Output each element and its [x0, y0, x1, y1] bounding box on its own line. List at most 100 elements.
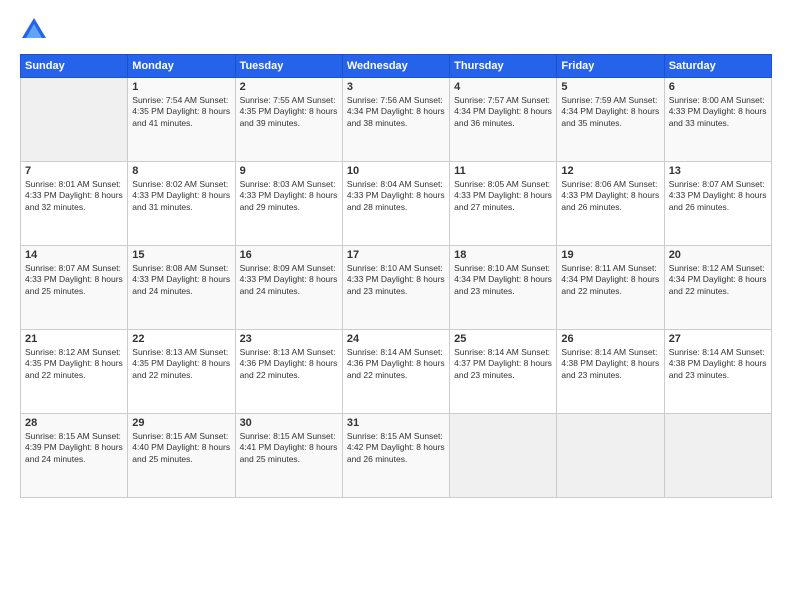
- calendar-cell: 1Sunrise: 7:54 AM Sunset: 4:35 PM Daylig…: [128, 78, 235, 162]
- calendar-cell: 7 Sunrise: 8:01 AM Sunset: 4:33 PM Daylig…: [21, 162, 128, 246]
- cell-content: Sunrise: 8:14 AM Sunset: 4:38 PM Dayligh…: [561, 347, 659, 381]
- cell-content: Sunrise: 8:01 AM Sunset: 4:33 PM Dayligh…: [25, 179, 123, 213]
- day-number: 27: [669, 333, 767, 345]
- cell-content: Sunrise: 8:11 AM Sunset: 4:34 PM Dayligh…: [561, 263, 659, 297]
- cell-content: Sunrise: 8:04 AM Sunset: 4:33 PM Dayligh…: [347, 179, 445, 213]
- cell-content: Sunrise: 8:03 AM Sunset: 4:33 PM Dayligh…: [240, 179, 338, 213]
- week-row-3: 21 Sunrise: 8:12 AM Sunset: 4:35 PM Dayli…: [21, 330, 772, 414]
- header-cell-saturday: Saturday: [664, 55, 771, 78]
- cell-content: Sunrise: 8:07 AM Sunset: 4:33 PM Dayligh…: [25, 263, 123, 297]
- day-number: 21: [25, 333, 123, 345]
- day-number: 26: [561, 333, 659, 345]
- calendar-cell: 2 Sunrise: 7:55 AM Sunset: 4:35 PM Daylig…: [235, 78, 342, 162]
- cell-content: Sunrise: 8:13 AM Sunset: 4:36 PM Dayligh…: [240, 347, 338, 381]
- day-number: 9: [240, 165, 338, 177]
- day-number: 7: [25, 165, 123, 177]
- logo: [20, 16, 52, 44]
- cell-content: Sunrise: 8:00 AM Sunset: 4:33 PM Dayligh…: [669, 95, 767, 129]
- header: [20, 16, 772, 44]
- calendar-cell: 13Sunrise: 8:07 AM Sunset: 4:33 PM Dayli…: [664, 162, 771, 246]
- day-number: 19: [561, 249, 659, 261]
- calendar-cell: [557, 414, 664, 498]
- cell-content: Sunrise: 8:15 AM Sunset: 4:40 PM Dayligh…: [132, 431, 230, 465]
- day-number: 28: [25, 417, 123, 429]
- header-cell-wednesday: Wednesday: [342, 55, 449, 78]
- cell-content: Sunrise: 8:08 AM Sunset: 4:33 PM Dayligh…: [132, 263, 230, 297]
- cell-content: Sunrise: 7:56 AM Sunset: 4:34 PM Dayligh…: [347, 95, 445, 129]
- day-number: 29: [132, 417, 230, 429]
- calendar-cell: 9 Sunrise: 8:03 AM Sunset: 4:33 PM Daylig…: [235, 162, 342, 246]
- header-cell-tuesday: Tuesday: [235, 55, 342, 78]
- day-number: 5: [561, 81, 659, 93]
- calendar-cell: [664, 414, 771, 498]
- header-cell-sunday: Sunday: [21, 55, 128, 78]
- calendar-cell: 15 Sunrise: 8:08 AM Sunset: 4:33 PM Dayli…: [128, 246, 235, 330]
- calendar-cell: 24Sunrise: 8:14 AM Sunset: 4:36 PM Dayli…: [342, 330, 449, 414]
- calendar-cell: 5 Sunrise: 7:59 AM Sunset: 4:34 PM Daylig…: [557, 78, 664, 162]
- cell-content: Sunrise: 8:12 AM Sunset: 4:34 PM Dayligh…: [669, 263, 767, 297]
- day-number: 1: [132, 81, 230, 93]
- header-cell-monday: Monday: [128, 55, 235, 78]
- calendar-cell: 14 Sunrise: 8:07 AM Sunset: 4:33 PM Dayli…: [21, 246, 128, 330]
- day-number: 2: [240, 81, 338, 93]
- cell-content: Sunrise: 7:55 AM Sunset: 4:35 PM Dayligh…: [240, 95, 338, 129]
- cell-content: Sunrise: 8:07 AM Sunset: 4:33 PM Dayligh…: [669, 179, 767, 213]
- day-number: 10: [347, 165, 445, 177]
- calendar-cell: 30Sunrise: 8:15 AM Sunset: 4:41 PM Dayli…: [235, 414, 342, 498]
- calendar-cell: 29 Sunrise: 8:15 AM Sunset: 4:40 PM Dayli…: [128, 414, 235, 498]
- calendar-cell: 11Sunrise: 8:05 AM Sunset: 4:33 PM Dayli…: [450, 162, 557, 246]
- calendar-cell: 21 Sunrise: 8:12 AM Sunset: 4:35 PM Dayli…: [21, 330, 128, 414]
- cell-content: Sunrise: 8:14 AM Sunset: 4:36 PM Dayligh…: [347, 347, 445, 381]
- day-number: 8: [132, 165, 230, 177]
- cell-content: Sunrise: 7:59 AM Sunset: 4:34 PM Dayligh…: [561, 95, 659, 129]
- day-number: 18: [454, 249, 552, 261]
- week-row-2: 14 Sunrise: 8:07 AM Sunset: 4:33 PM Dayli…: [21, 246, 772, 330]
- logo-icon: [20, 16, 48, 44]
- cell-content: Sunrise: 8:02 AM Sunset: 4:33 PM Dayligh…: [132, 179, 230, 213]
- day-number: 16: [240, 249, 338, 261]
- header-row: SundayMondayTuesdayWednesdayThursdayFrid…: [21, 55, 772, 78]
- day-number: 25: [454, 333, 552, 345]
- day-number: 14: [25, 249, 123, 261]
- calendar-cell: 12Sunrise: 8:06 AM Sunset: 4:33 PM Dayli…: [557, 162, 664, 246]
- cell-content: Sunrise: 8:05 AM Sunset: 4:33 PM Dayligh…: [454, 179, 552, 213]
- calendar-cell: 27 Sunrise: 8:14 AM Sunset: 4:38 PM Dayli…: [664, 330, 771, 414]
- cell-content: Sunrise: 8:15 AM Sunset: 4:41 PM Dayligh…: [240, 431, 338, 465]
- week-row-1: 7 Sunrise: 8:01 AM Sunset: 4:33 PM Daylig…: [21, 162, 772, 246]
- header-cell-thursday: Thursday: [450, 55, 557, 78]
- week-row-4: 28 Sunrise: 8:15 AM Sunset: 4:39 PM Dayli…: [21, 414, 772, 498]
- week-row-0: 1Sunrise: 7:54 AM Sunset: 4:35 PM Daylig…: [21, 78, 772, 162]
- day-number: 15: [132, 249, 230, 261]
- cell-content: Sunrise: 8:13 AM Sunset: 4:35 PM Dayligh…: [132, 347, 230, 381]
- calendar-cell: 16 Sunrise: 8:09 AM Sunset: 4:33 PM Dayli…: [235, 246, 342, 330]
- calendar-page: SundayMondayTuesdayWednesdayThursdayFrid…: [0, 0, 792, 612]
- calendar-cell: 17Sunrise: 8:10 AM Sunset: 4:33 PM Dayli…: [342, 246, 449, 330]
- calendar-cell: 25 Sunrise: 8:14 AM Sunset: 4:37 PM Dayli…: [450, 330, 557, 414]
- calendar-cell: 19 Sunrise: 8:11 AM Sunset: 4:34 PM Dayli…: [557, 246, 664, 330]
- day-number: 20: [669, 249, 767, 261]
- header-cell-friday: Friday: [557, 55, 664, 78]
- day-number: 4: [454, 81, 552, 93]
- calendar-cell: 26 Sunrise: 8:14 AM Sunset: 4:38 PM Dayli…: [557, 330, 664, 414]
- calendar-cell: 4 Sunrise: 7:57 AM Sunset: 4:34 PM Daylig…: [450, 78, 557, 162]
- cell-content: Sunrise: 8:15 AM Sunset: 4:42 PM Dayligh…: [347, 431, 445, 465]
- cell-content: Sunrise: 8:09 AM Sunset: 4:33 PM Dayligh…: [240, 263, 338, 297]
- cell-content: Sunrise: 8:14 AM Sunset: 4:37 PM Dayligh…: [454, 347, 552, 381]
- cell-content: Sunrise: 8:12 AM Sunset: 4:35 PM Dayligh…: [25, 347, 123, 381]
- calendar-cell: 23 Sunrise: 8:13 AM Sunset: 4:36 PM Dayli…: [235, 330, 342, 414]
- calendar-cell: 22Sunrise: 8:13 AM Sunset: 4:35 PM Dayli…: [128, 330, 235, 414]
- cell-content: Sunrise: 7:57 AM Sunset: 4:34 PM Dayligh…: [454, 95, 552, 129]
- calendar-cell: 31 Sunrise: 8:15 AM Sunset: 4:42 PM Dayli…: [342, 414, 449, 498]
- cell-content: Sunrise: 8:14 AM Sunset: 4:38 PM Dayligh…: [669, 347, 767, 381]
- day-number: 31: [347, 417, 445, 429]
- calendar-cell: 6 Sunrise: 8:00 AM Sunset: 4:33 PM Daylig…: [664, 78, 771, 162]
- calendar-cell: 18 Sunrise: 8:10 AM Sunset: 4:34 PM Dayli…: [450, 246, 557, 330]
- calendar-table: SundayMondayTuesdayWednesdayThursdayFrid…: [20, 54, 772, 498]
- calendar-cell: [450, 414, 557, 498]
- cell-content: Sunrise: 8:15 AM Sunset: 4:39 PM Dayligh…: [25, 431, 123, 465]
- day-number: 23: [240, 333, 338, 345]
- calendar-cell: 28 Sunrise: 8:15 AM Sunset: 4:39 PM Dayli…: [21, 414, 128, 498]
- day-number: 6: [669, 81, 767, 93]
- cell-content: Sunrise: 8:10 AM Sunset: 4:33 PM Dayligh…: [347, 263, 445, 297]
- cell-content: Sunrise: 8:10 AM Sunset: 4:34 PM Dayligh…: [454, 263, 552, 297]
